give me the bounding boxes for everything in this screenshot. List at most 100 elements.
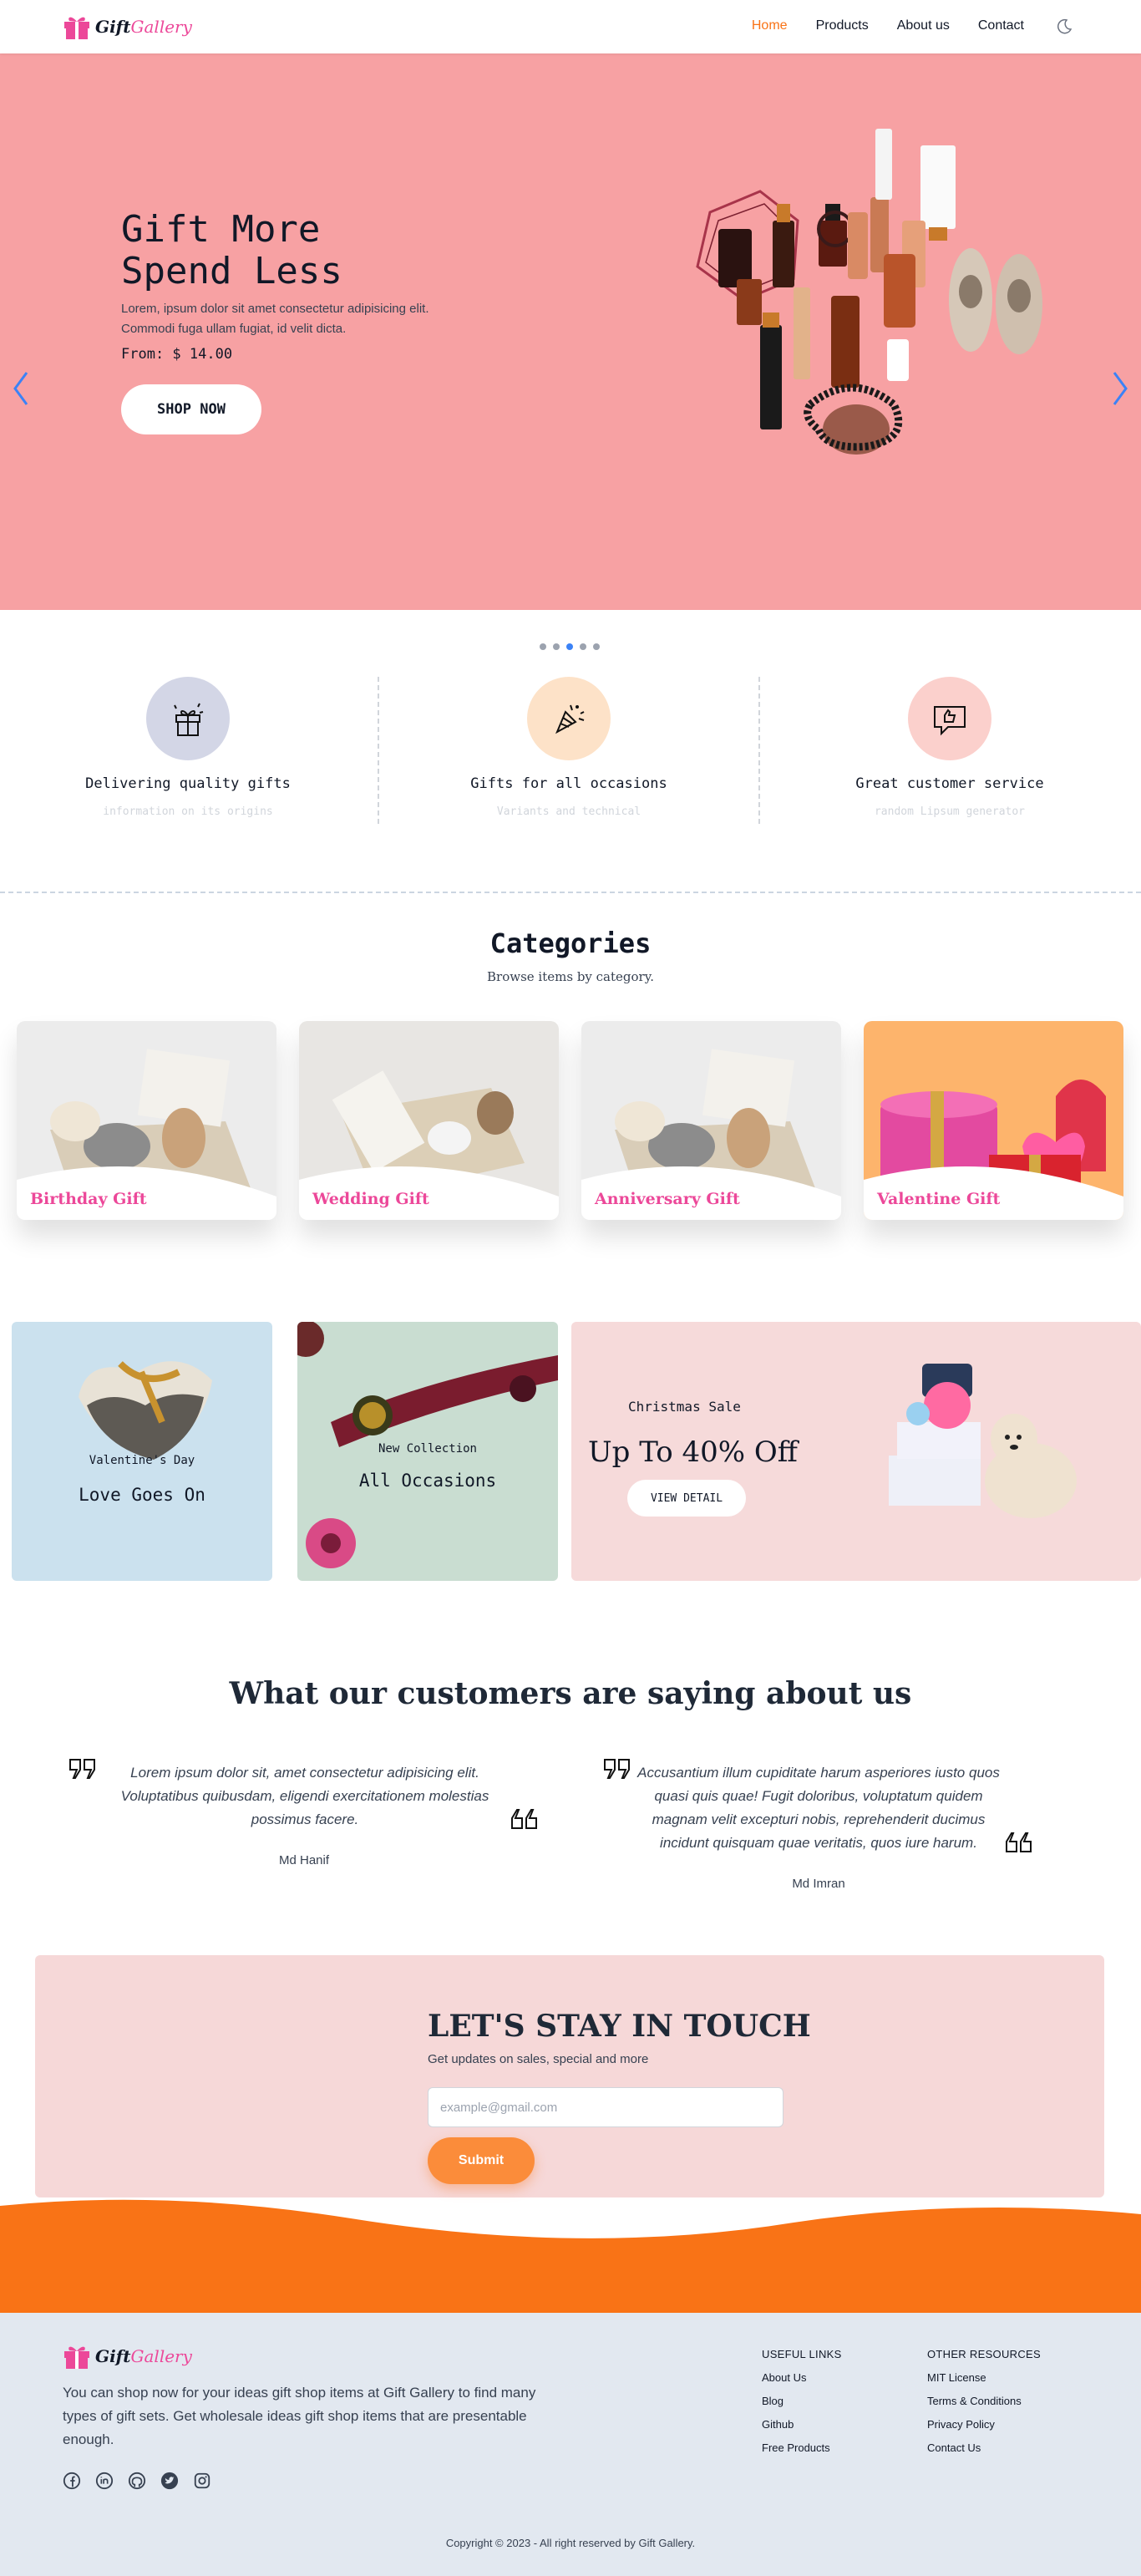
testimonial-text: Lorem ipsum dolor sit, amet consectetur … — [120, 1765, 489, 1827]
feature-blob — [908, 677, 991, 760]
logo-text-gallery: Gallery — [130, 17, 192, 37]
feature-subtitle: information on its origins — [103, 805, 273, 818]
testimonial-author: Md Imran — [792, 1877, 845, 1891]
footer-description: You can shop now for your ideas gift sho… — [63, 2385, 536, 2447]
footer-link-contact[interactable]: Contact Us — [927, 2441, 981, 2454]
carousel-dot[interactable] — [593, 643, 600, 650]
promo-title: Love Goes On — [79, 1485, 205, 1505]
gift-logo-icon — [64, 2346, 89, 2369]
footer-link-terms[interactable]: Terms & Conditions — [927, 2395, 1022, 2407]
testimonial-text: Accusantium illum cupiditate harum asper… — [637, 1765, 1000, 1851]
hero-title-line1: Gift More — [121, 208, 321, 251]
carousel-next-arrow-icon[interactable] — [1108, 368, 1133, 409]
linkedin-icon[interactable] — [95, 2472, 114, 2490]
copyright-text: Copyright © 2023 - All right reserved by… — [445, 2537, 696, 2549]
promo-title: All Occasions — [358, 1471, 497, 1491]
promo-valentine[interactable]: Valentine's Day Love Goes On — [12, 1322, 272, 1581]
twitter-icon[interactable] — [160, 2472, 179, 2490]
footer-link-about[interactable]: About Us — [762, 2371, 806, 2384]
hero-cosmetics-image — [696, 129, 1042, 455]
dog-gift-boxes-image — [889, 1364, 1077, 1518]
github-icon[interactable] — [128, 2472, 146, 2490]
newsletter-email-input[interactable] — [428, 2087, 783, 2127]
quote-close-icon — [511, 1809, 537, 1829]
category-label: Valentine Gift — [877, 1190, 1001, 1208]
facebook-icon[interactable] — [63, 2472, 81, 2490]
logo-text-gift: Gift — [95, 17, 131, 37]
hero-desc-line1: Lorem, ipsum dolor sit amet consectetur … — [121, 302, 429, 316]
feature-blob — [146, 677, 230, 760]
footer-link-mit-license[interactable]: MIT License — [927, 2371, 986, 2384]
feature-divider — [378, 677, 379, 824]
carousel-dot[interactable] — [540, 643, 546, 650]
footer-logo[interactable]: Gift Gallery — [62, 2343, 192, 2370]
category-card-birthday[interactable]: Birthday Gift — [17, 1021, 276, 1220]
newsletter-section: LET'S STAY IN TOUCH Get updates on sales… — [35, 1955, 1104, 2197]
feature-divider — [758, 677, 760, 824]
nav-links: Home Products About us Contact — [752, 18, 1024, 33]
promo-tag: New Collection — [378, 1442, 477, 1456]
section-divider — [0, 892, 1141, 893]
carousel-dot[interactable] — [580, 643, 586, 650]
category-label: Birthday Gift — [30, 1190, 147, 1208]
promo-tag: Valentine's Day — [89, 1454, 195, 1467]
testimonial-author: Md Hanif — [278, 1853, 330, 1867]
hero-description: Lorem, ipsum dolor sit amet consectetur … — [121, 299, 480, 339]
hero-desc-line2: Commodi fuga ullam fugiat, id velit dict… — [121, 322, 347, 336]
carousel-dot[interactable] — [553, 643, 560, 650]
hero-price: From: $ 14.00 — [121, 346, 233, 363]
shop-now-button[interactable]: SHOP NOW — [121, 384, 261, 434]
moon-icon[interactable] — [1054, 17, 1074, 37]
view-detail-button[interactable]: VIEW DETAIL — [627, 1480, 746, 1517]
feature-subtitle: Variants and technical — [496, 805, 641, 818]
instagram-icon[interactable] — [193, 2472, 211, 2490]
feature-occasions: Gifts for all occasions Variants and tec… — [389, 677, 748, 827]
newsletter-title: LET'S STAY IN TOUCH — [428, 2009, 811, 2044]
feature-service: Great customer service random Lipsum gen… — [770, 677, 1129, 827]
nav-home-link[interactable]: Home — [752, 18, 788, 33]
quote-open-icon — [604, 1759, 630, 1779]
newsletter-submit-button[interactable]: Submit — [428, 2137, 535, 2184]
feature-quality: Delivering quality gifts information on … — [8, 677, 368, 827]
useful-links-heading: USEFUL LINKS — [762, 2348, 842, 2360]
nav-products-link[interactable]: Products — [816, 18, 869, 33]
category-label: Anniversary Gift — [595, 1190, 740, 1208]
footer-link-privacy[interactable]: Privacy Policy — [927, 2418, 995, 2431]
feature-title: Great customer service — [855, 775, 1044, 792]
quote-open-icon — [69, 1759, 95, 1779]
feature-blob — [527, 677, 611, 760]
logo[interactable]: Gift Gallery — [62, 13, 192, 40]
categories-subtitle: Browse items by category. — [487, 969, 654, 984]
newsletter-subtitle: Get updates on sales, special and more — [428, 2052, 649, 2066]
promo-collection[interactable]: New Collection All Occasions — [297, 1322, 558, 1581]
footer-link-github[interactable]: Github — [762, 2418, 794, 2431]
footer-link-blog[interactable]: Blog — [762, 2395, 783, 2407]
footer-link-free-products[interactable]: Free Products — [762, 2441, 830, 2454]
nav-about-link[interactable]: About us — [897, 18, 950, 33]
other-resources-heading: OTHER RESOURCES — [927, 2348, 1041, 2360]
gift-logo-icon — [64, 17, 89, 39]
top-navbar: Gift Gallery Home Products About us Conta… — [0, 0, 1141, 53]
testimonials-title: What our customers are saying about us — [229, 1676, 912, 1711]
category-card-wedding[interactable]: Wedding Gift — [299, 1021, 559, 1220]
carousel-prev-arrow-icon[interactable] — [8, 368, 33, 409]
hero-carousel: Gift More Spend Less Lorem, ipsum dolor … — [0, 53, 1141, 650]
logo-text-gallery: Gallery — [130, 2346, 192, 2366]
category-card-valentine[interactable]: Valentine Gift — [864, 1021, 1123, 1220]
promo-tag: Christmas Sale — [628, 1399, 741, 1415]
feature-title: Gifts for all occasions — [470, 775, 667, 792]
nav-contact-link[interactable]: Contact — [978, 18, 1024, 33]
chat-thumbs-up-icon — [934, 706, 966, 736]
hero-title-line2: Spend Less — [121, 250, 342, 292]
logo-text-gift: Gift — [95, 2346, 131, 2366]
hero-title: Gift More Spend Less — [121, 209, 342, 292]
orange-wave-divider — [0, 2199, 1141, 2314]
feature-title: Delivering quality gifts — [85, 775, 291, 792]
carousel-dot-active[interactable] — [566, 643, 573, 650]
feature-subtitle: random Lipsum generator — [874, 805, 1025, 818]
quote-close-icon — [1006, 1832, 1032, 1852]
category-card-anniversary[interactable]: Anniversary Gift — [581, 1021, 841, 1220]
carousel-indicators — [540, 643, 600, 650]
categories-title: Categories — [489, 927, 652, 959]
promo-offer: Up To 40% Off — [588, 1435, 798, 1469]
